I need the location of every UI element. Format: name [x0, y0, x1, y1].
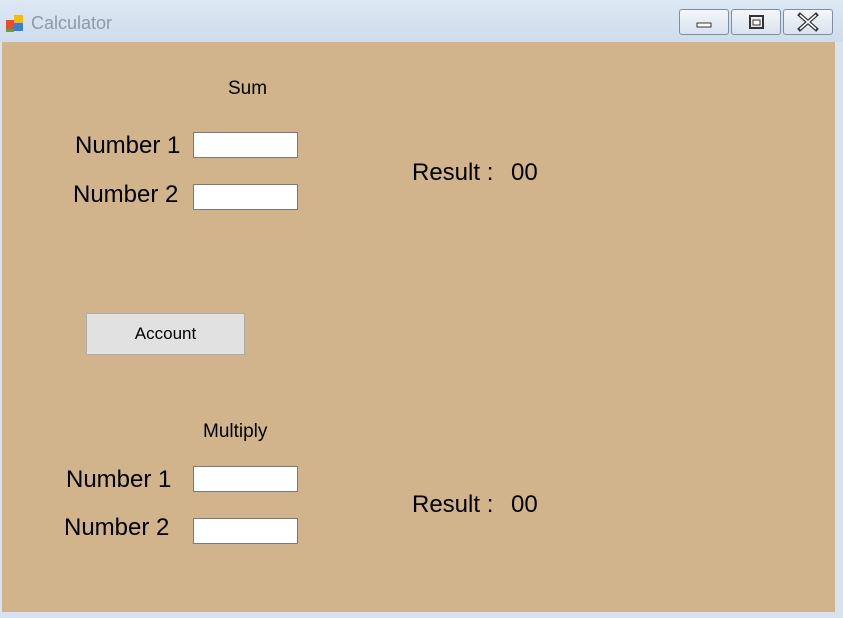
sum-result-value: 00: [511, 159, 538, 186]
multiply-number2-label: Number 2: [64, 514, 170, 541]
multiply-result-value: 00: [511, 491, 538, 518]
account-button[interactable]: Account: [86, 313, 245, 355]
maximize-button[interactable]: [731, 9, 781, 35]
sum-result-label: Result :: [412, 159, 494, 186]
form-client-area: Sum Number 1 Number 2 Result : 00 Accoun…: [2, 42, 835, 612]
maximize-icon: [749, 15, 764, 29]
multiply-heading: Multiply: [203, 421, 268, 442]
close-button[interactable]: [783, 9, 833, 35]
multiply-number1-input[interactable]: [193, 466, 298, 492]
sum-number2-input[interactable]: [193, 184, 298, 210]
window-title: Calculator: [31, 13, 113, 33]
sum-number2-label: Number 2: [73, 181, 179, 208]
minimize-icon: [696, 22, 712, 28]
app-icon: [6, 15, 23, 32]
multiply-number1-label: Number 1: [66, 466, 172, 493]
sum-heading: Sum: [228, 78, 268, 99]
minimize-button[interactable]: [679, 9, 729, 35]
title-bar[interactable]: Calculator: [0, 0, 843, 42]
close-icon: [797, 12, 819, 32]
sum-number1-input[interactable]: [193, 132, 298, 158]
multiply-number2-input[interactable]: [193, 518, 298, 544]
multiply-result-label: Result :: [412, 491, 494, 518]
sum-number1-label: Number 1: [75, 132, 181, 159]
